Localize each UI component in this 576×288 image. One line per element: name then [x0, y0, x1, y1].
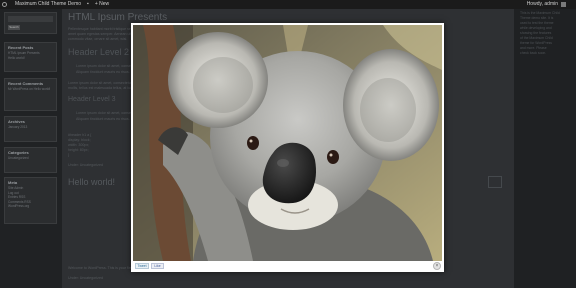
comment-icon[interactable]: ▪ — [87, 0, 89, 9]
koala-photo[interactable] — [133, 25, 442, 261]
widget-link[interactable]: Uncategorized — [5, 156, 56, 161]
lightbox-footer: Tweet Like × — [131, 261, 444, 272]
list-item: Aliquam tincidunt mauris eu risus. — [76, 70, 130, 74]
like-button[interactable]: Like — [151, 263, 164, 269]
heading-level-2: Header Level 2 — [68, 47, 130, 57]
recent-posts-widget: Recent Posts HTML Ipsum Presents Hello w… — [4, 42, 57, 72]
widget-title: Archives — [8, 119, 25, 124]
howdy-label[interactable]: Howdy, admin — [527, 0, 558, 9]
right-sidebar: This is the Maximum Child Theme demo sit… — [514, 9, 576, 288]
widget-title: Categories — [8, 150, 29, 155]
intro-text: commodo vitae, ornare sit amet, wisi. — [68, 37, 128, 41]
meta-widget: Meta Site Admin Log out Entries RSS Comm… — [4, 177, 57, 224]
post-category[interactable]: Under: Uncategorized — [68, 163, 103, 168]
new-content-link[interactable]: + New — [95, 0, 109, 9]
categories-widget: Categories Uncategorized — [4, 147, 57, 173]
code-line: height: 80px; — [68, 148, 89, 152]
widget-link[interactable]: Mr WordPress on Hello world! — [5, 87, 56, 92]
list-item: Aliquam tincidunt mauris eu risus. — [76, 117, 130, 121]
heading-level-3: Header Level 3 — [68, 96, 116, 103]
widget-link[interactable]: WordPress.org — [5, 204, 56, 209]
archives-widget: Archives January 2013 — [4, 116, 57, 142]
admin-bar: Maximum Child Theme Demo ▪ + New Howdy, … — [0, 0, 576, 9]
comment-bubble-icon[interactable] — [488, 176, 502, 188]
avatar[interactable] — [561, 2, 566, 7]
widget-title: Recent Posts — [8, 45, 34, 50]
close-icon[interactable]: × — [433, 262, 441, 270]
widget-title: Recent Comments — [8, 81, 44, 86]
post-category[interactable]: Under: Uncategorized — [68, 276, 103, 281]
left-sidebar: Search Recent Posts HTML Ipsum Presents … — [0, 9, 62, 288]
search-input[interactable] — [8, 16, 53, 22]
search-widget: Search — [4, 12, 57, 34]
widget-link[interactable]: Hello world! — [5, 56, 56, 61]
lightbox-modal: Tweet Like × — [131, 23, 444, 272]
code-line: } — [68, 153, 70, 157]
admin-bar-right[interactable]: Howdy, admin — [527, 0, 566, 9]
post-title[interactable]: Hello world! — [68, 177, 115, 187]
widget-title: Meta — [8, 180, 18, 185]
site-name-link[interactable]: Maximum Child Theme Demo — [15, 0, 81, 9]
recent-comments-widget: Recent Comments Mr WordPress on Hello wo… — [4, 78, 57, 111]
tweet-button[interactable]: Tweet — [135, 263, 149, 269]
admin-bar-left: Maximum Child Theme Demo ▪ + New — [2, 0, 115, 9]
widget-link[interactable]: January 2013 — [5, 125, 56, 130]
search-button[interactable]: Search — [8, 25, 20, 30]
sidebar-text: check back soon. — [520, 51, 547, 55]
wordpress-icon[interactable] — [2, 2, 7, 7]
post-title[interactable]: HTML Ipsum Presents — [68, 12, 167, 23]
